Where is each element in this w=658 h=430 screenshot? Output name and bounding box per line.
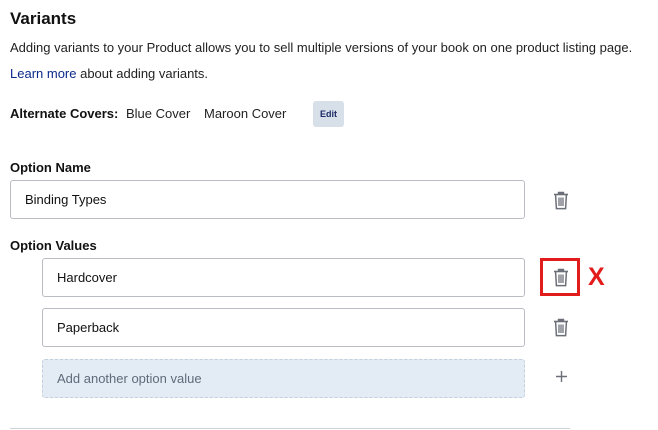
learn-more-suffix: about adding variants.: [76, 66, 209, 81]
alternate-covers-label: Alternate Covers:: [10, 106, 119, 121]
option-name-input[interactable]: Binding Types: [10, 180, 525, 219]
learn-more-line: Learn more about adding variants.: [10, 66, 208, 81]
x-annotation: X: [588, 263, 605, 291]
divider: [10, 428, 570, 429]
learn-more-link[interactable]: Learn more: [10, 66, 76, 81]
alternate-cover-value: Blue Cover: [126, 106, 191, 121]
option-value-input[interactable]: Paperback: [42, 308, 525, 347]
delete-option-name-button[interactable]: [552, 190, 570, 210]
add-option-value-button[interactable]: [552, 366, 570, 388]
edit-covers-button[interactable]: Edit: [313, 101, 344, 127]
plus-icon: [555, 366, 568, 389]
delete-option-value-button[interactable]: [552, 317, 570, 337]
trash-icon: [553, 318, 569, 337]
section-description: Adding variants to your Product allows y…: [10, 40, 633, 55]
alternate-cover-value: Maroon Cover: [204, 106, 287, 121]
section-title: Variants: [10, 9, 77, 28]
option-value-input[interactable]: Hardcover: [42, 258, 525, 297]
add-option-value-input[interactable]: Add another option value: [42, 359, 525, 398]
option-values-label: Option Values: [10, 238, 97, 253]
trash-icon: [553, 191, 569, 210]
option-name-label: Option Name: [10, 160, 91, 175]
highlight-box: [540, 258, 580, 296]
